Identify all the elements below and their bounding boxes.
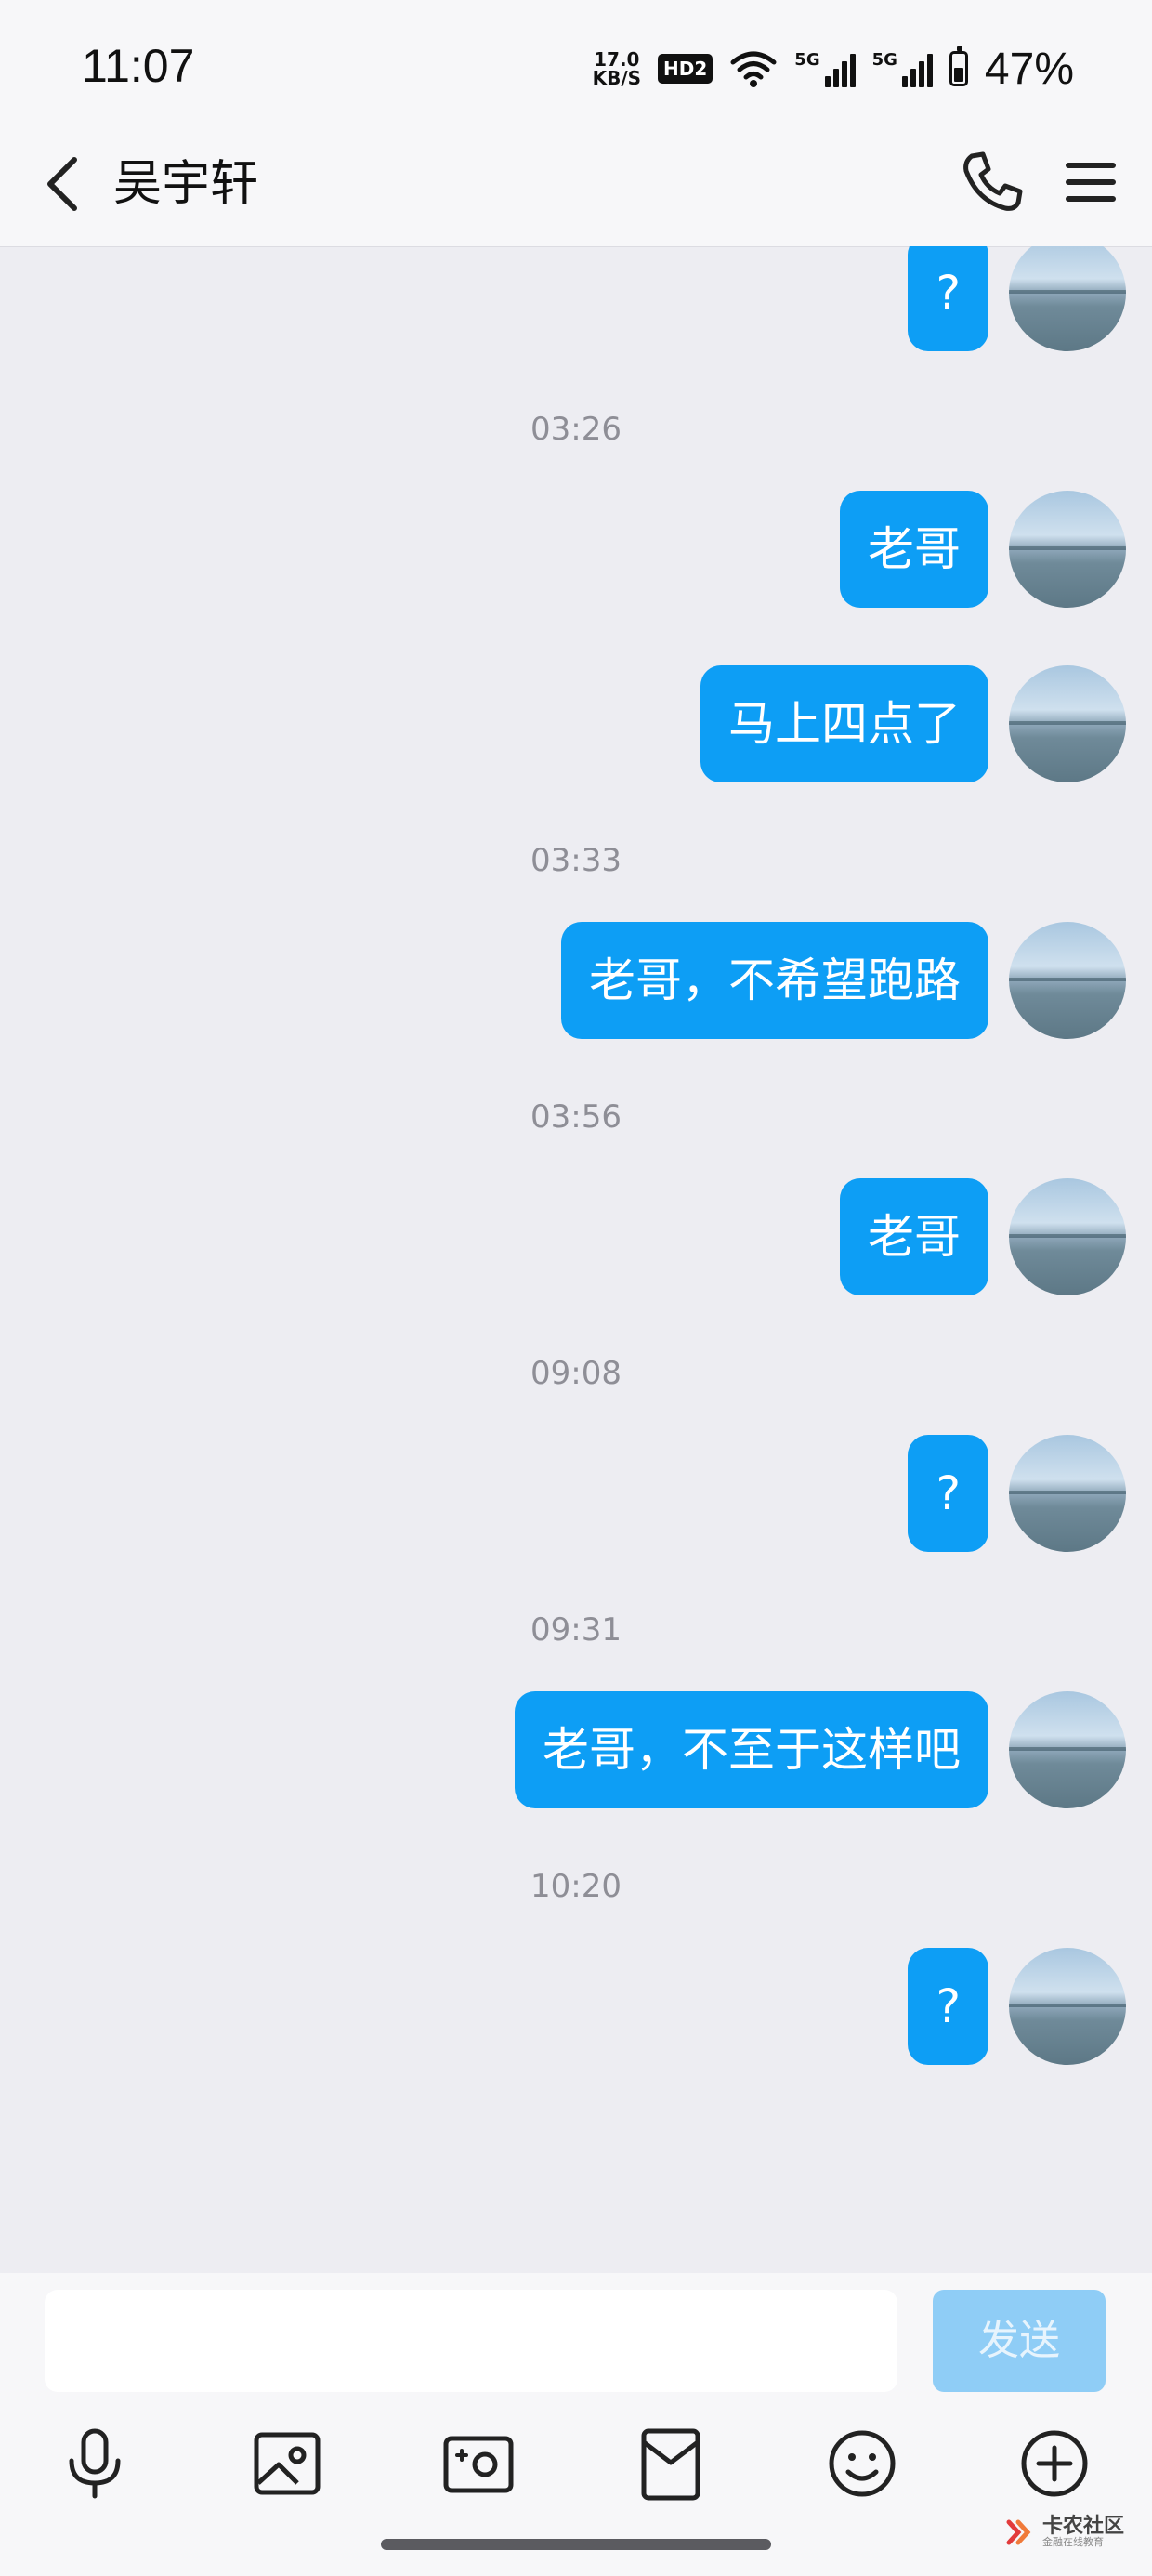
message-timestamp: 09:31 <box>530 1611 622 1649</box>
message-list[interactable]: ? 03:26 老哥 马上四点了 03:33 老哥，不希望跑路 03:56 老哥 09:08? 0… <box>0 246 1152 2272</box>
sender-avatar[interactable] <box>1009 246 1126 351</box>
signal-2-label: 5G <box>871 50 897 70</box>
image-button[interactable] <box>245 2422 329 2505</box>
message-bubble[interactable]: ? <box>908 246 988 351</box>
sender-avatar[interactable] <box>1009 1691 1126 1808</box>
message-row: ? <box>0 246 1152 351</box>
chat-header: 吴宇轩 <box>0 121 1152 247</box>
message-row: 马上四点了 <box>0 665 1152 782</box>
status-time: 11:07 <box>82 40 195 92</box>
message-row: ? <box>0 1948 1152 2065</box>
message-row: 老哥，不希望跑路 <box>0 922 1152 1039</box>
input-toolbar <box>0 2422 1152 2524</box>
battery-icon <box>949 46 968 86</box>
message-timestamp: 03:26 <box>530 411 622 448</box>
message-row: 老哥，不至于这样吧 <box>0 1691 1152 1808</box>
sender-avatar[interactable] <box>1009 1178 1126 1295</box>
menu-button[interactable] <box>1052 143 1130 221</box>
red-packet-icon <box>641 2428 700 2501</box>
microphone-icon <box>69 2428 121 2499</box>
contact-name: 吴宇轩 <box>113 156 259 212</box>
emoji-button[interactable] <box>820 2422 904 2505</box>
message-bubble[interactable]: 老哥，不希望跑路 <box>561 922 988 1039</box>
call-button[interactable] <box>953 143 1031 221</box>
input-bar: 发送 卡农社区 金融在线教育 <box>0 2273 1152 2576</box>
back-button[interactable] <box>32 149 97 219</box>
message-input[interactable] <box>45 2290 897 2392</box>
network-speed-unit: KB/S <box>592 67 642 89</box>
network-speed-value: 17.0 <box>594 48 640 71</box>
watermark-logo: 卡农社区 金融在线教育 <box>1005 2517 1124 2548</box>
message-bubble[interactable]: ? <box>908 1435 988 1552</box>
message-bubble[interactable]: 老哥 <box>840 1178 988 1295</box>
hd-voice-icon: HD2 <box>658 54 713 84</box>
message-row: 老哥 <box>0 491 1152 608</box>
camera-button[interactable] <box>437 2422 520 2505</box>
emoji-icon <box>829 2430 896 2497</box>
cellular-signal-1-icon: 5G <box>794 50 856 87</box>
network-speed: 17.0 KB/S <box>593 50 641 87</box>
sender-avatar[interactable] <box>1009 1435 1126 1552</box>
more-button[interactable] <box>1013 2422 1096 2505</box>
sender-avatar[interactable] <box>1009 922 1126 1039</box>
hamburger-menu-icon <box>1066 163 1116 202</box>
message-bubble[interactable]: ? <box>908 1948 988 2065</box>
message-timestamp: 10:20 <box>530 1868 622 1905</box>
cellular-signal-2-icon: 5G <box>872 50 933 87</box>
message-timestamp: 03:56 <box>530 1098 622 1136</box>
sender-avatar[interactable] <box>1009 1948 1126 2065</box>
status-bar: 11:07 17.0 KB/S HD2 5G 5G 47% <box>0 0 1152 138</box>
camera-icon <box>443 2436 514 2493</box>
battery-percent: 47% <box>984 44 1074 94</box>
message-row: 老哥 <box>0 1178 1152 1295</box>
message-bubble[interactable]: 老哥 <box>840 491 988 608</box>
message-timestamp: 09:08 <box>530 1355 622 1392</box>
chevron-left-icon <box>47 157 77 211</box>
message-row: ? <box>0 1435 1152 1552</box>
send-button[interactable]: 发送 <box>933 2290 1106 2392</box>
watermark-main: 卡农社区 <box>1041 2515 1124 2538</box>
message-timestamp: 03:33 <box>530 842 622 879</box>
sender-avatar[interactable] <box>1009 665 1126 782</box>
red-packet-button[interactable] <box>629 2422 713 2505</box>
watermark-sub: 金融在线教育 <box>1041 2536 1104 2548</box>
wifi-icon <box>730 51 777 87</box>
watermark-icon <box>1006 2519 1031 2545</box>
sender-avatar[interactable] <box>1009 491 1126 608</box>
voice-button[interactable] <box>53 2422 137 2505</box>
status-icons: 17.0 KB/S HD2 5G 5G 47% <box>593 41 1074 97</box>
image-icon <box>254 2432 321 2495</box>
plus-circle-icon <box>1021 2430 1088 2497</box>
phone-icon <box>963 151 1023 211</box>
signal-1-label: 5G <box>794 50 820 70</box>
message-bubble[interactable]: 马上四点了 <box>700 665 988 782</box>
home-indicator[interactable] <box>381 2539 771 2550</box>
message-bubble[interactable]: 老哥，不至于这样吧 <box>515 1691 988 1808</box>
